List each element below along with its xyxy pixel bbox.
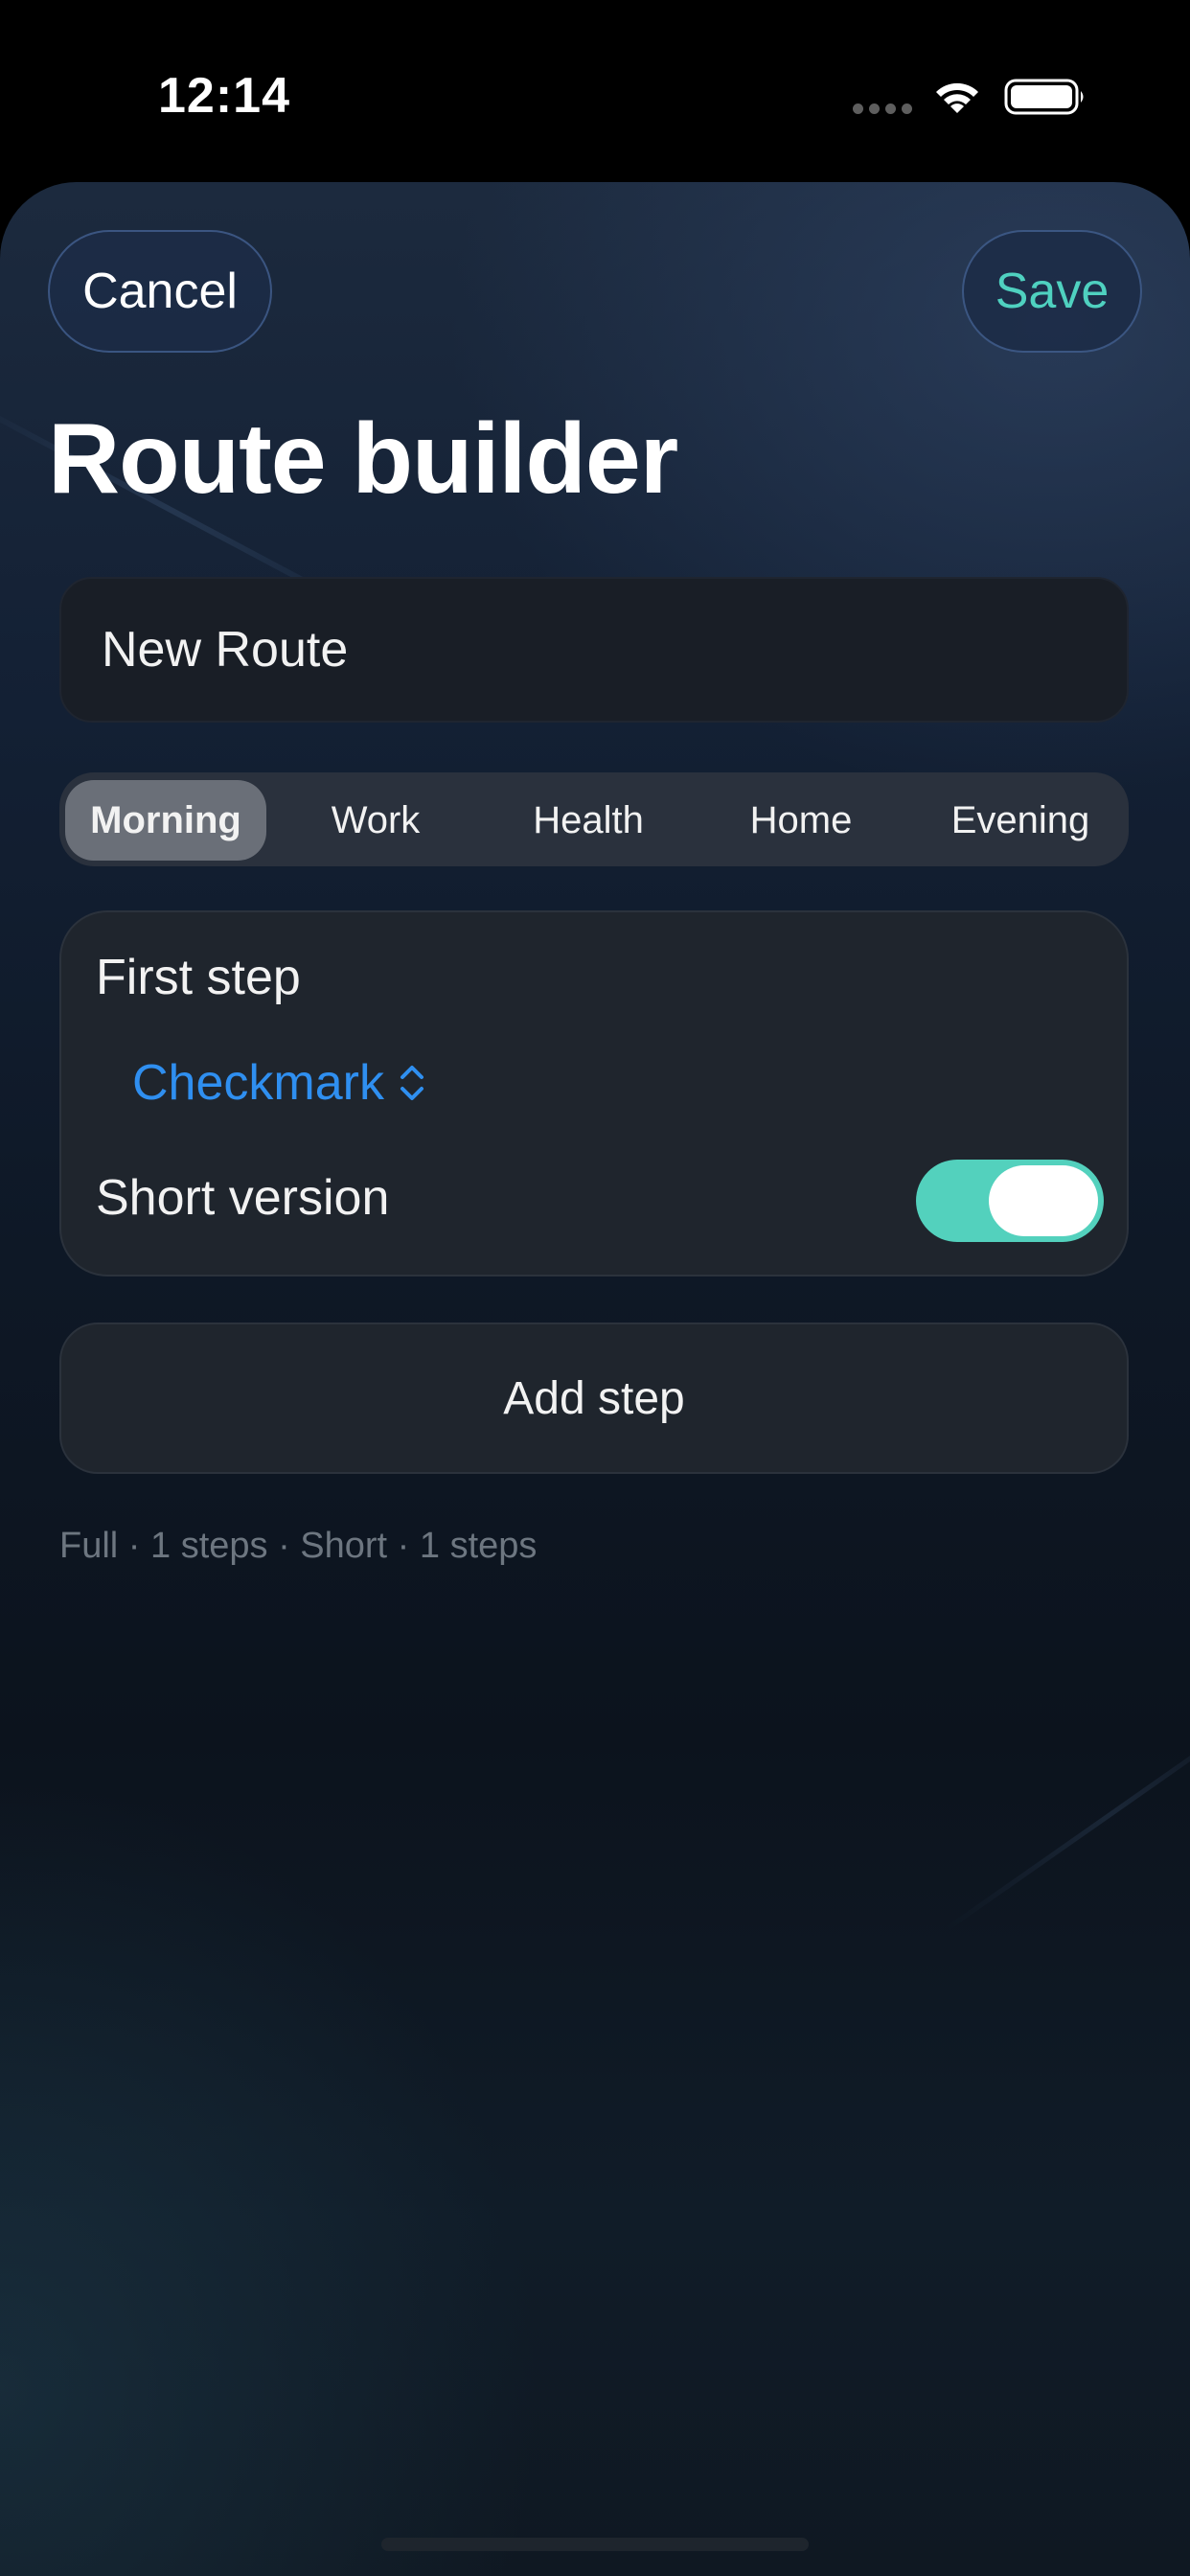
route-name-field[interactable]: New Route: [59, 577, 1129, 723]
add-step-button[interactable]: Add step: [59, 1322, 1129, 1474]
short-version-label: Short version: [96, 1170, 390, 1226]
chevron-up-down-icon: [400, 1066, 423, 1100]
cancel-button[interactable]: Cancel: [48, 230, 272, 353]
background-streak: [945, 1696, 1190, 1931]
segment-health[interactable]: Health: [492, 780, 684, 861]
short-version-toggle[interactable]: [916, 1160, 1104, 1242]
category-segmented-control: Morning Work Health Home Evening: [59, 772, 1129, 866]
page-title: Route builder: [48, 403, 678, 515]
step-icon-picker[interactable]: Checkmark: [132, 1054, 426, 1112]
battery-icon: [1004, 79, 1084, 115]
segment-evening[interactable]: Evening: [918, 780, 1123, 861]
wifi-icon: [936, 82, 978, 113]
step-title: First step: [96, 950, 301, 1005]
segment-home[interactable]: Home: [705, 780, 897, 861]
segment-morning[interactable]: Morning: [65, 780, 266, 861]
segment-work[interactable]: Work: [280, 780, 471, 861]
step-card: First step Checkmark Short version: [59, 910, 1129, 1276]
signal-dots-icon: [853, 104, 912, 114]
status-time: 12:14: [158, 68, 290, 124]
route-builder-sheet: Cancel Save Route builder New Route Morn…: [0, 182, 1190, 2576]
save-button[interactable]: Save: [962, 230, 1142, 353]
status-bar: 12:14: [0, 0, 1190, 182]
toggle-knob: [989, 1165, 1098, 1236]
picker-value: Checkmark: [132, 1055, 384, 1111]
step-summary: Full · 1 steps · Short · 1 steps: [59, 1526, 538, 1566]
home-indicator: [381, 2538, 809, 2551]
